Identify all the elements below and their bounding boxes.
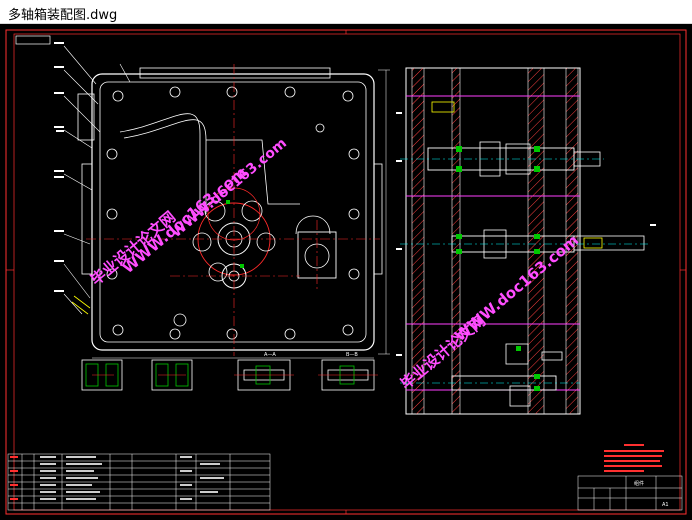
technical-requirements bbox=[604, 444, 664, 472]
part-label-stubs-left bbox=[54, 42, 64, 292]
front-centerlines bbox=[86, 64, 380, 356]
section-label-aa: A—A bbox=[264, 352, 276, 358]
drawing-viewport[interactable]: A—A B—B 组件 A1 毕业设计论文网 WWW.doc163.com WWW… bbox=[0, 24, 692, 520]
yellow-details bbox=[71, 295, 91, 315]
section-views bbox=[81, 359, 378, 391]
section-label-bb: B—B bbox=[346, 352, 358, 358]
parts-list-table bbox=[7, 453, 271, 511]
watermark-url-3: WWW.doc163.com bbox=[451, 231, 582, 345]
title-block-code: A1 bbox=[662, 502, 669, 508]
side-label-stubs bbox=[396, 112, 656, 356]
cad-drawing: A—A B—B 组件 A1 毕业设计论文网 WWW.doc163.com WWW… bbox=[5, 29, 687, 515]
title-block-main-label: 组件 bbox=[634, 480, 644, 487]
dimension-lines bbox=[92, 69, 390, 359]
watermark-site-cn-1: 毕业设计论文网 bbox=[87, 208, 179, 289]
window-title: 多轴箱装配图.dwg bbox=[8, 8, 118, 23]
corner-box bbox=[15, 35, 51, 45]
watermark-url-2: WWW.doc163.com bbox=[168, 135, 290, 241]
front-view bbox=[77, 67, 383, 351]
window-titlebar: 多轴箱装配图.dwg bbox=[0, 0, 692, 24]
front-seals bbox=[226, 200, 244, 268]
